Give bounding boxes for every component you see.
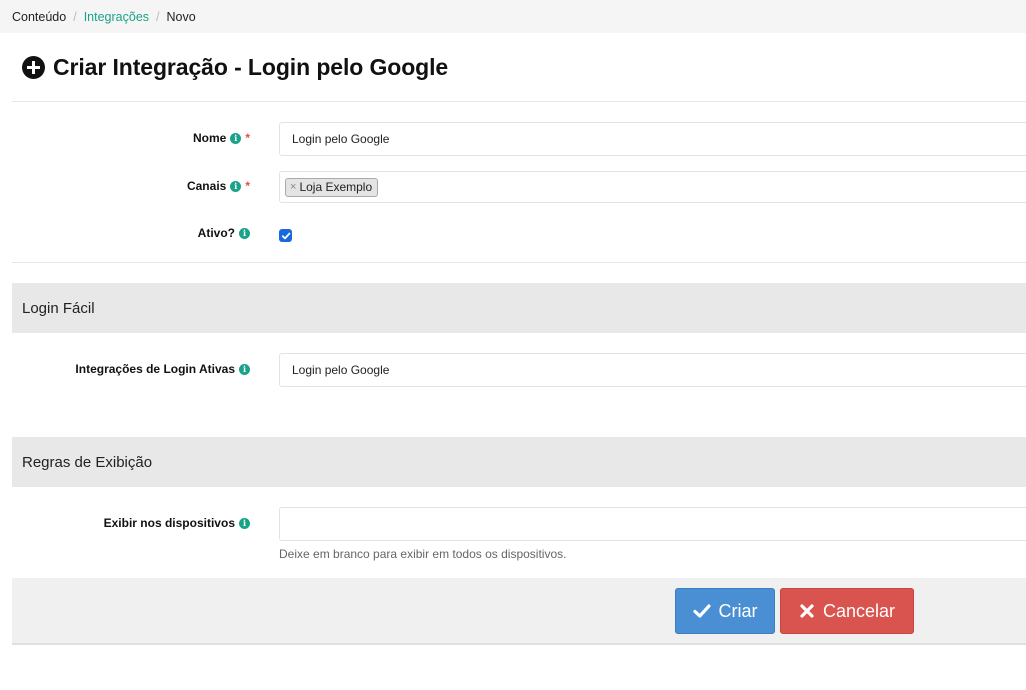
info-icon[interactable]: i (230, 180, 242, 192)
info-icon[interactable]: i (230, 132, 242, 144)
required-marker: * (245, 179, 250, 193)
breadcrumb: Conteúdo / Integrações / Novo (0, 0, 1026, 33)
breadcrumb-novo: Novo (166, 9, 196, 24)
ativo-checkbox[interactable] (279, 229, 292, 242)
integracoes-select[interactable]: Login pelo Google (279, 353, 1026, 387)
form-row-nome: Nome i * Login pelo Google (0, 122, 1026, 156)
nome-label: Nome i * (192, 131, 250, 145)
form-row-dispositivos: Exibir nos dispositivos i (0, 507, 1026, 541)
create-button[interactable]: Criar (675, 588, 775, 634)
nome-input[interactable]: Login pelo Google (279, 122, 1026, 156)
breadcrumb-conteudo[interactable]: Conteúdo (12, 10, 66, 24)
form-row-canais: Canais i * × Loja Exemplo (0, 171, 1026, 203)
divider (12, 262, 1026, 263)
divider (12, 101, 1026, 102)
plus-circle-icon (22, 56, 45, 79)
dispositivos-select[interactable] (279, 507, 1026, 541)
close-icon (799, 603, 815, 619)
ativo-label: Ativo? i (198, 226, 250, 240)
integracoes-label: Integrações de Login Ativas i (75, 362, 250, 376)
form-row-ativo: Ativo? i (0, 226, 1026, 246)
cancel-button[interactable]: Cancelar (780, 588, 914, 634)
section-header-login-facil: Login Fácil (12, 283, 1026, 333)
check-icon (692, 603, 711, 619)
page-header: Criar Integração - Login pelo Google (22, 54, 448, 81)
check-icon (281, 232, 290, 239)
info-icon[interactable]: i (239, 363, 250, 375)
dispositivos-help-text: Deixe em branco para exibir em todos os … (279, 547, 567, 561)
close-icon[interactable]: × (290, 181, 296, 193)
canais-label: Canais i * (186, 179, 250, 193)
form-actions: Criar Cancelar (12, 578, 1026, 645)
info-icon[interactable]: i (239, 227, 250, 239)
info-icon[interactable]: i (239, 517, 250, 529)
form-row-integracoes: Integrações de Login Ativas i Login pelo… (0, 353, 1026, 387)
required-marker: * (245, 131, 250, 145)
breadcrumb-separator: / (156, 9, 160, 24)
canais-select[interactable]: × Loja Exemplo (279, 171, 1026, 203)
channel-tag: × Loja Exemplo (285, 177, 379, 197)
page-title: Criar Integração - Login pelo Google (53, 54, 449, 80)
section-header-regras-exibicao: Regras de Exibição (12, 437, 1026, 487)
breadcrumb-integracoes[interactable]: Integrações (84, 10, 149, 24)
breadcrumb-separator: / (73, 9, 77, 24)
dispositivos-label: Exibir nos dispositivos i (104, 516, 250, 530)
